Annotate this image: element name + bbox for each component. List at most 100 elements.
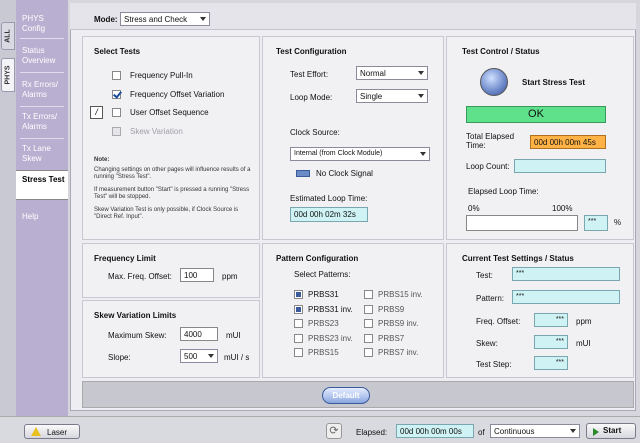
nav-divider — [20, 106, 64, 107]
pattern-checkbox[interactable] — [294, 290, 303, 299]
skew-variation-label: Skew Variation — [130, 127, 183, 136]
clock-source-label: Clock Source: — [290, 128, 340, 137]
pattern-checkbox[interactable] — [364, 319, 373, 328]
elapsed-label: Elapsed: — [356, 428, 388, 437]
current-test-step-value: *** — [534, 356, 568, 370]
start-label: Start — [603, 426, 622, 435]
pattern-label: PRBS31 inv. — [308, 304, 353, 314]
current-freq-offset-value: *** — [534, 313, 568, 327]
start-button[interactable]: Start — [586, 423, 636, 439]
nav-rx-errors[interactable]: Rx Errors/ Alarms — [16, 80, 68, 100]
current-test-step-label: Test Step: — [476, 360, 512, 369]
pattern-checkbox[interactable] — [364, 304, 373, 314]
pattern-label: PRBS23 inv. — [308, 333, 353, 343]
slope-label: Slope: — [108, 353, 131, 362]
start-stress-test-button[interactable] — [480, 68, 508, 96]
elapsed-loop-progress-bar — [466, 215, 578, 231]
current-freq-offset-unit: ppm — [576, 317, 592, 326]
nav-divider — [20, 138, 64, 139]
checkbox-user-offset-sequence[interactable] — [112, 108, 121, 117]
current-test-value: *** — [512, 267, 620, 281]
pattern-configuration-panel — [262, 243, 444, 378]
edit-icon[interactable]: / — [90, 106, 103, 119]
user-offset-sequence-label: User Offset Sequence — [130, 108, 209, 117]
note-text-1: Changing settings on other pages will in… — [94, 167, 251, 180]
current-test-label: Test: — [476, 271, 493, 280]
maximum-skew-unit: mUI — [226, 331, 241, 340]
pattern-checkbox[interactable] — [364, 333, 373, 343]
slope-value: 500 — [184, 352, 198, 361]
no-clock-label: No Clock Signal — [316, 169, 373, 178]
no-clock-indicator — [296, 170, 310, 177]
estimated-loop-time-value: 00d 00h 02m 32s — [290, 207, 368, 222]
default-button[interactable]: Default — [322, 387, 370, 404]
warning-icon — [31, 427, 41, 436]
side-tab-strip: ALL PHYS — [0, 0, 16, 416]
max-freq-offset-label: Max. Freq. Offset: — [108, 272, 172, 281]
loop-count-value — [514, 159, 606, 173]
mode-dropdown[interactable]: Stress and Check — [120, 12, 210, 26]
note-text-3: Skew Variation Test is only possible, if… — [94, 207, 239, 220]
pattern-label: PRBS7 inv. — [378, 348, 419, 357]
nav-help[interactable]: Help — [16, 212, 68, 222]
current-skew-label: Skew: — [476, 339, 498, 348]
start-stress-test-label: Start Stress Test — [522, 78, 585, 87]
refresh-icon[interactable]: ⟳ — [326, 423, 342, 439]
pattern-label: PRBS9 — [378, 304, 405, 314]
checkbox-frequency-offset-variation[interactable] — [112, 90, 121, 99]
pattern-checkbox[interactable] — [364, 348, 373, 357]
clock-source-dropdown[interactable]: Internal (from Clock Module) — [290, 147, 430, 161]
nav-tx-errors[interactable]: Tx Errors/ Alarms — [16, 112, 68, 132]
pattern-label: PRBS15 — [308, 348, 339, 357]
tab-all[interactable]: ALL — [1, 22, 15, 50]
max-freq-offset-input[interactable]: 100 — [180, 268, 214, 282]
checkbox-frequency-pull-in[interactable] — [112, 71, 121, 80]
pattern-checkbox[interactable] — [294, 348, 303, 357]
laser-button[interactable]: Laser — [24, 424, 80, 439]
tab-phys-label: PHYS — [4, 65, 12, 85]
tab-phys[interactable]: PHYS — [1, 58, 15, 92]
clock-source-value: Internal (from Clock Module) — [294, 150, 383, 157]
elapsed-value: 00d 00h 00m 00s — [396, 424, 474, 438]
frequency-limit-panel — [82, 243, 260, 298]
loop-mode-dropdown[interactable]: Single — [356, 89, 428, 103]
nav-stress-test[interactable]: Stress Test — [16, 170, 68, 200]
mode-value: Stress and Check — [124, 15, 188, 24]
maximum-skew-input[interactable]: 4000 — [180, 327, 218, 341]
maximum-skew-label: Maximum Skew: — [108, 331, 167, 340]
chevron-down-icon — [208, 354, 214, 358]
pattern-checkbox[interactable] — [294, 333, 303, 343]
nav-divider — [20, 38, 64, 39]
test-configuration-title: Test Configuration — [276, 47, 347, 56]
pattern-checkbox[interactable] — [294, 304, 303, 314]
loop-mode-label: Loop Mode: — [290, 93, 333, 102]
elapsed-loop-percent-value: *** — [584, 215, 608, 231]
laser-label: Laser — [47, 428, 68, 437]
test-control-title: Test Control / Status — [462, 47, 540, 56]
chevron-down-icon — [420, 152, 426, 156]
run-mode-value: Continuous — [494, 427, 535, 436]
slope-dropdown[interactable]: 500 — [180, 349, 218, 363]
current-skew-unit: mUI — [576, 339, 591, 348]
select-tests-title: Select Tests — [94, 47, 141, 56]
nav-status-overview[interactable]: Status Overview — [16, 46, 68, 66]
pattern-checkbox[interactable] — [294, 319, 303, 328]
current-pattern-value: *** — [512, 290, 620, 304]
total-elapsed-label: Total Elapsed Time: — [466, 132, 515, 150]
nav-tx-lane-skew[interactable]: Tx Lane Skew — [16, 144, 68, 164]
progress-max-label: 100% — [552, 204, 573, 213]
mode-label: Mode: — [94, 15, 118, 24]
checkbox-skew-variation[interactable] — [112, 127, 121, 136]
percent-unit: % — [614, 218, 622, 227]
frequency-offset-variation-label: Frequency Offset Variation — [130, 90, 225, 99]
pattern-label: PRBS23 — [308, 319, 339, 328]
chevron-down-icon — [418, 71, 424, 75]
elapsed-loop-time-label: Elapsed Loop Time: — [468, 187, 539, 196]
nav-phys-config[interactable]: PHYS Config — [16, 14, 68, 34]
frequency-pull-in-label: Frequency Pull-In — [130, 71, 193, 80]
current-freq-offset-label: Freq. Offset: — [476, 317, 521, 326]
run-mode-dropdown[interactable]: Continuous — [490, 424, 580, 438]
test-effort-dropdown[interactable]: Normal — [356, 66, 428, 80]
note-title: Note: — [94, 157, 110, 163]
pattern-checkbox[interactable] — [364, 290, 373, 299]
